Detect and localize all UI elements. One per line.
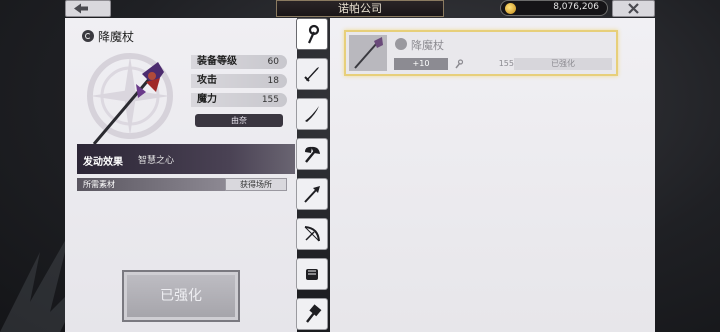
tab-spear[interactable] (296, 178, 328, 210)
weapon-list-item[interactable]: 降魔杖 +10 155 已强化 (344, 30, 618, 76)
materials-label: 所需素材 (83, 180, 115, 189)
gold-counter: 8,076,206 (500, 0, 608, 16)
weapon-thumbnail (349, 35, 387, 71)
list-stat-value: 155 (498, 59, 514, 68)
tab-axe[interactable] (296, 138, 328, 170)
stat-value: 18 (267, 76, 279, 86)
acquire-location-button[interactable]: 获得场所 (225, 178, 287, 191)
staff-type-icon (82, 30, 94, 42)
axe-icon (305, 146, 320, 163)
magic-stat-icon (455, 59, 464, 69)
stat-label: 装备等级 (197, 56, 237, 67)
stat-value: 60 (267, 57, 279, 67)
spear-icon (304, 186, 320, 203)
bow-icon (304, 226, 320, 242)
materials-row: 所需素材 获得场所 (77, 178, 287, 191)
tab-sword[interactable] (296, 58, 328, 90)
stat-row-magic: 魔力 155 (191, 93, 287, 107)
stat-value: 155 (261, 95, 279, 105)
tab-fist[interactable] (296, 258, 328, 290)
hammer-icon (306, 304, 322, 323)
staff-type-icon (395, 38, 407, 50)
tab-katana[interactable] (296, 98, 328, 130)
page-title: 诺帕公司 (276, 0, 444, 17)
close-x-icon (628, 3, 639, 14)
effect-label: 发动效果 (83, 157, 123, 168)
gold-coin-icon (505, 3, 516, 14)
stat-label: 攻击 (197, 75, 217, 86)
enhance-level: +10 (394, 58, 448, 70)
enhanced-button[interactable]: 已强化 (124, 272, 238, 320)
effect-value: 智慧之心 (138, 156, 175, 166)
staff-icon (307, 24, 320, 44)
gold-amount: 8,076,206 (553, 2, 599, 12)
weapon-detail-panel: 降魔杖 装备等级 60 攻击 18 魔力 155 由奈 发动效果 智慧之心 所需… (65, 18, 297, 332)
fist-icon (306, 269, 318, 280)
tab-staff[interactable] (296, 18, 328, 50)
sword-icon (304, 67, 319, 82)
top-bar: 诺帕公司 8,076,206 (0, 0, 720, 18)
weapon-illustration (87, 53, 173, 145)
enhance-status: 已强化 (514, 58, 612, 70)
stat-row-level: 装备等级 60 (191, 55, 287, 69)
stat-label: 魔力 (197, 94, 217, 105)
weapon-list-panel: 降魔杖 +10 155 已强化 (330, 18, 655, 332)
tab-hammer[interactable] (296, 298, 328, 330)
origin-character-button[interactable]: 由奈 (195, 114, 283, 127)
stat-row-attack: 攻击 18 (191, 74, 287, 88)
effect-band: 发动效果 智慧之心 (77, 144, 295, 174)
close-button[interactable] (612, 0, 655, 17)
weapon-category-tabs (296, 18, 330, 332)
katana-icon (305, 106, 319, 122)
back-button[interactable] (65, 0, 111, 17)
weapon-name: 降魔杖 (98, 30, 135, 44)
tab-bow[interactable] (296, 218, 328, 250)
back-arrow-icon (74, 3, 88, 14)
list-weapon-name: 降魔杖 (411, 39, 444, 52)
